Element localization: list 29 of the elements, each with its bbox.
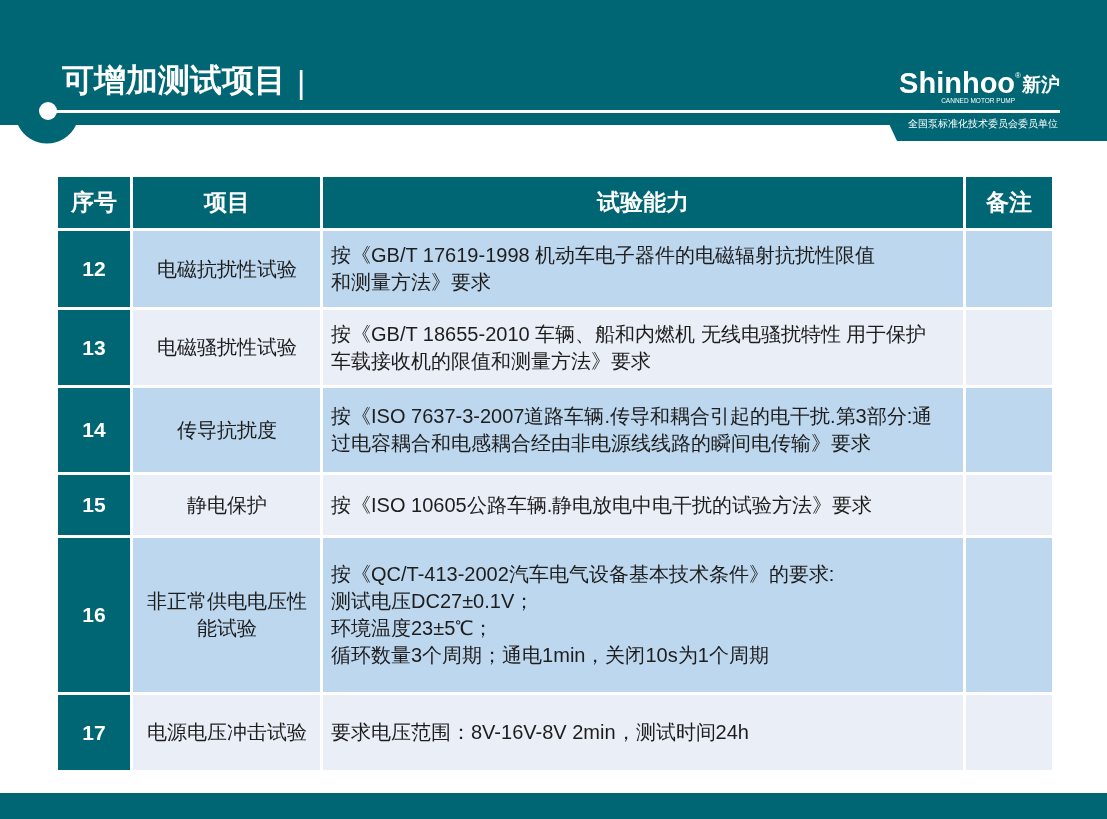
test-item: 非正常供电电压性能试验: [133, 538, 320, 692]
test-requirement: 按《ISO 7637-3-2007道路车辆.传导和耦合引起的电干扰.第3部分:通 过电容耦合和电感耦合经由非电源线线路的瞬间电传输》要求: [323, 388, 963, 472]
row-number: 16: [58, 538, 130, 692]
page-title: 可增加测试项目: [62, 64, 286, 96]
column-header: 序号: [58, 177, 130, 228]
test-item: 传导抗扰度: [133, 388, 320, 472]
column-header: 项目: [133, 177, 320, 228]
test-requirement: 按《GB/T 17619-1998 机动车电子器件的电磁辐射抗扰性限值 和测量方法》要求: [323, 231, 963, 307]
registered-mark: ®: [1015, 72, 1021, 80]
logo-chinese-name: 新沪: [1022, 75, 1060, 94]
dot-icon: [39, 102, 57, 120]
test-requirement: 要求电压范围：8V-16V-8V 2min，测试时间24h: [323, 695, 963, 770]
column-header: 备注: [966, 177, 1052, 228]
logo-wordmark: Shinhoo: [899, 69, 1016, 98]
column-header: 试验能力: [323, 177, 963, 228]
membership-caption: 全国泵标准化技术委员会委员单位: [908, 119, 1059, 129]
row-number: 14: [58, 388, 130, 472]
row-number: 12: [58, 231, 130, 307]
row-number: 15: [58, 475, 130, 535]
test-requirement: 按《GB/T 18655-2010 车辆、船和内燃机 无线电骚扰特性 用于保护 车载接收机的限值和测量方法》要求: [323, 310, 963, 385]
test-requirement: 按《QC/T-413-2002汽车电气设备基本技术条件》的要求: 测试电压DC27±0.1V； 环境温度23±5℃； 循环数量3个周期；通电1min，关闭10s为1个周期: [323, 538, 963, 692]
row-number: 13: [58, 310, 130, 385]
row-number: 17: [58, 695, 130, 770]
test-item: 电源电压冲击试验: [133, 695, 320, 770]
title-separator: |: [297, 66, 306, 98]
test-item: 静电保护: [133, 475, 320, 535]
test-requirement: 按《ISO 10605公路车辆.静电放电中电干扰的试验方法》要求: [323, 475, 963, 535]
test-item: 电磁抗扰性试验: [133, 231, 320, 307]
test-item: 电磁骚扰性试验: [133, 310, 320, 385]
